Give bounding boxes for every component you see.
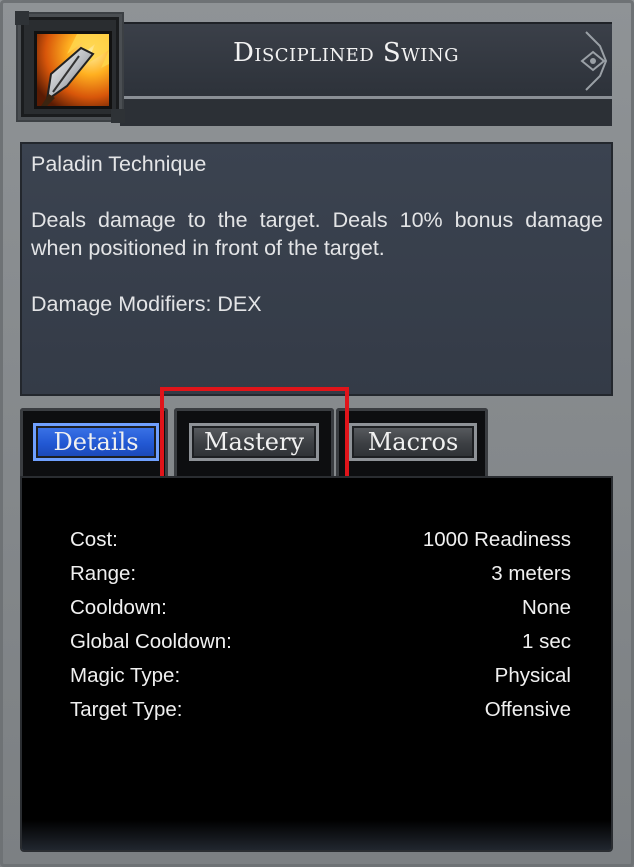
stat-label: Global Cooldown: bbox=[70, 630, 232, 653]
ability-description: Deals damage to the target. Deals 10% bo… bbox=[31, 208, 603, 260]
stat-row-magic-type: Magic Type: Physical bbox=[70, 659, 571, 693]
damage-modifiers: Damage Modifiers: DEX bbox=[31, 292, 262, 316]
stat-value: Offensive bbox=[484, 698, 571, 721]
stat-row-cost: Cost: 1000 Readiness bbox=[70, 523, 571, 557]
stat-row-range: Range: 3 meters bbox=[70, 557, 571, 591]
description-panel: Paladin Technique Deals damage to the ta… bbox=[20, 142, 613, 396]
title-bar: Disciplined Swing bbox=[120, 22, 612, 126]
tab-holder-mastery: Mastery bbox=[174, 408, 334, 480]
tab-details[interactable]: Details bbox=[33, 423, 159, 461]
tab-holder-macros: Macros bbox=[336, 408, 488, 480]
ornament-icon bbox=[580, 31, 608, 91]
ability-icon-frame bbox=[15, 11, 125, 123]
stat-value: 1 sec bbox=[522, 630, 571, 653]
stat-row-cooldown: Cooldown: None bbox=[70, 591, 571, 625]
ability-title: Disciplined Swing bbox=[233, 38, 459, 68]
technique-type: Paladin Technique bbox=[31, 152, 207, 176]
stat-row-global-cooldown: Global Cooldown: 1 sec bbox=[70, 625, 571, 659]
stat-value: None bbox=[521, 596, 571, 619]
stat-label: Cost: bbox=[70, 528, 118, 551]
stat-value: 1000 Readiness bbox=[422, 528, 571, 551]
tab-macros[interactable]: Macros bbox=[349, 423, 477, 461]
stat-value: 3 meters bbox=[491, 562, 571, 585]
stat-label: Range: bbox=[70, 562, 137, 585]
tab-mastery[interactable]: Mastery bbox=[189, 423, 319, 461]
stat-row-target-type: Target Type: Offensive bbox=[70, 693, 571, 727]
stat-label: Magic Type: bbox=[70, 664, 181, 687]
title-underband bbox=[120, 99, 612, 126]
tab-holder-details: Details bbox=[20, 408, 168, 480]
stat-label: Target Type: bbox=[70, 698, 183, 721]
flaming-blade-icon bbox=[34, 31, 112, 109]
details-panel: Cost: 1000 Readiness Range: 3 meters Coo… bbox=[20, 476, 613, 852]
stat-value: Physical bbox=[494, 664, 571, 687]
stat-label: Cooldown: bbox=[70, 596, 167, 619]
